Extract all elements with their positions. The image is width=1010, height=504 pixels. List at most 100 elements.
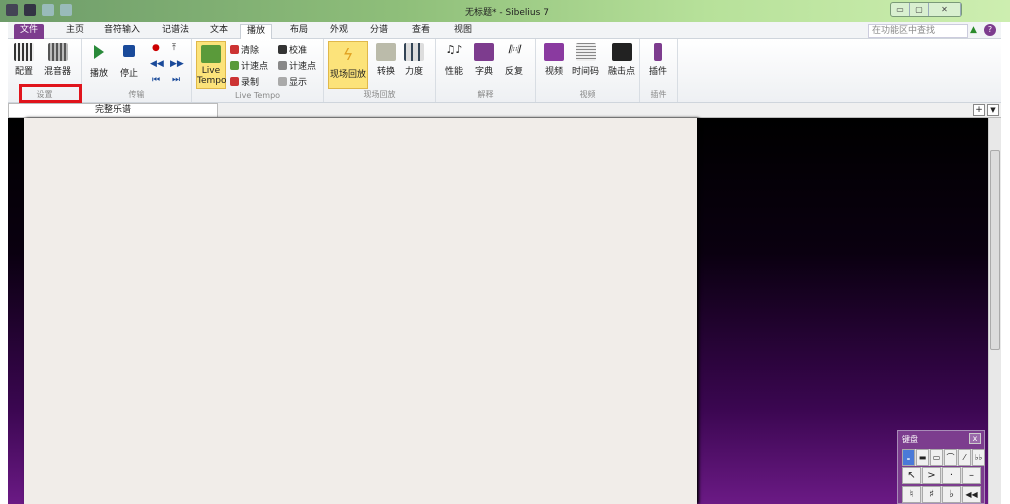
record-live-tempo-icon	[230, 77, 239, 86]
score-canvas[interactable]	[8, 118, 988, 504]
tab-review[interactable]: 查看	[406, 24, 436, 39]
tab-parts[interactable]: 分谱	[364, 24, 394, 39]
video-button[interactable]: 视频	[544, 43, 564, 77]
keypad-tab[interactable]: ⌒	[944, 449, 957, 466]
undo-icon[interactable]	[42, 4, 54, 16]
hit-points-button[interactable]: 融击点	[608, 43, 635, 77]
plugins-button[interactable]: 插件	[649, 43, 667, 77]
group-label: 现场回放	[363, 90, 396, 99]
keypad-tab[interactable]: ⁄	[958, 449, 971, 466]
keypad-close-button[interactable]: x	[969, 433, 981, 444]
go-to-end-icon[interactable]: ⏭	[172, 75, 180, 85]
maximize-button[interactable]: ▢	[910, 3, 929, 16]
help-icon[interactable]: ?	[984, 24, 996, 36]
group-video: 视频 时间码 融击点 视频	[536, 39, 640, 102]
document-tabs: 完整乐谱 + ▼	[8, 103, 1001, 118]
notes-icon: ♫♪	[445, 43, 463, 56]
record-icon[interactable]: ●	[152, 43, 160, 53]
add-tab-icon[interactable]: +	[973, 104, 985, 116]
sibelius-logo-icon	[6, 4, 18, 16]
calibrate-icon	[278, 45, 287, 54]
clear-button[interactable]: 清除	[230, 43, 259, 56]
keyboard-icon	[14, 43, 34, 61]
transform-icon	[376, 43, 396, 61]
window-title: 无标题* - Sibelius 7	[465, 8, 549, 18]
show-button[interactable]: 显示	[278, 75, 307, 88]
repeat-icon: 𝄆𝄇	[508, 43, 520, 56]
tab-file[interactable]: 文件	[14, 24, 45, 39]
group-label: 插件	[650, 90, 667, 99]
go-to-start-icon[interactable]: ⏮	[152, 75, 160, 85]
keypad-row: ↖ > · –	[902, 467, 981, 484]
group-label: 解释	[477, 90, 494, 99]
tab-notations[interactable]: 记谱法	[156, 24, 195, 39]
live-tempo-icon	[201, 45, 221, 63]
keypad-key[interactable]: ◀◀	[962, 486, 981, 503]
save-icon[interactable]	[24, 4, 36, 16]
fast-forward-icon[interactable]: ▶▶	[170, 59, 184, 69]
keypad-tab[interactable]: ♭♭	[972, 449, 985, 466]
tab-view[interactable]: 视图	[448, 24, 478, 39]
stop-button[interactable]: 停止	[120, 45, 138, 79]
keypad-key[interactable]: ♮	[902, 486, 921, 503]
calibrate-button[interactable]: 校准	[278, 43, 307, 56]
tab-home[interactable]: 主页	[60, 24, 90, 39]
tap-points-icon	[278, 61, 287, 70]
keypad-key[interactable]: >	[922, 467, 941, 484]
keypad-key[interactable]: ♯	[922, 486, 941, 503]
keypad-tab[interactable]: 𝅝	[902, 449, 915, 466]
minimize-button[interactable]: ▭	[891, 3, 910, 16]
record-live-tempo-button[interactable]: 录制	[230, 75, 259, 88]
tap-points-2-button[interactable]: 计速点	[278, 59, 316, 72]
tap-points-button[interactable]: 计速点	[230, 59, 268, 72]
configuration-button[interactable]: 配置	[14, 43, 34, 77]
repeats-button[interactable]: 𝄆𝄇 反复	[504, 43, 524, 77]
play-button[interactable]: 播放	[90, 45, 108, 79]
timecode-button[interactable]: 时间码	[572, 43, 599, 77]
velocities-icon	[404, 43, 424, 61]
velocities-button[interactable]: 力度	[404, 43, 424, 77]
group-interpretation: ♫♪ 性能 字典 𝄆𝄇 反复 解释	[436, 39, 536, 102]
vertical-scrollbar[interactable]	[988, 118, 1001, 504]
title-bar: 无标题* - Sibelius 7 ▭ ▢ ✕	[0, 0, 1010, 22]
scrollbar-thumb[interactable]	[990, 150, 1000, 350]
ribbon-search-input[interactable]: 在功能区中查找	[868, 24, 968, 38]
keypad-key[interactable]: ↖	[902, 467, 921, 484]
redo-icon[interactable]	[60, 4, 72, 16]
keypad-key[interactable]: –	[962, 467, 981, 484]
book-icon	[474, 43, 494, 61]
performance-button[interactable]: ♫♪ 性能	[444, 43, 464, 77]
film-icon	[544, 43, 564, 61]
score-page[interactable]	[24, 118, 697, 504]
tab-layout[interactable]: 布局	[284, 24, 314, 39]
clapperboard-icon	[611, 43, 632, 61]
tab-menu-icon[interactable]: ▼	[987, 104, 999, 116]
keypad-key[interactable]: ♭	[942, 486, 961, 503]
plug-icon	[654, 43, 662, 61]
live-playback-button[interactable]: ϟ 现场回放	[328, 41, 368, 89]
tab-full-score[interactable]: 完整乐谱	[8, 103, 218, 118]
group-plugins: 插件 插件	[640, 39, 678, 102]
tab-play[interactable]: 播放	[240, 24, 273, 39]
tab-note-input[interactable]: 音符输入	[98, 24, 146, 39]
group-label: 传输	[128, 90, 145, 99]
show-icon	[278, 77, 287, 86]
play-icon	[94, 45, 104, 59]
tab-appearance[interactable]: 外观	[324, 24, 354, 39]
keypad-title: 键盘	[902, 435, 918, 444]
dictionary-button[interactable]: 字典	[474, 43, 494, 77]
live-tempo-button[interactable]: Live Tempo	[196, 41, 227, 89]
close-button[interactable]: ✕	[929, 3, 961, 16]
clear-icon	[230, 45, 239, 54]
rewind-icon[interactable]: ◀◀	[150, 59, 164, 69]
mixer-button[interactable]: 混音器	[44, 43, 71, 77]
keypad-key[interactable]: ·	[942, 467, 961, 484]
tab-text[interactable]: 文本	[204, 24, 234, 39]
lightning-icon: ϟ	[342, 45, 354, 64]
transform-button[interactable]: 转换	[376, 43, 396, 77]
keypad-tab[interactable]: ▬	[916, 449, 929, 466]
keypad-layout-row: 𝅝 ▬ ▭ ⌒ ⁄ ♭♭	[902, 449, 985, 466]
move-playback-line-icon[interactable]: ⤒	[172, 43, 176, 53]
keypad-tab[interactable]: ▭	[930, 449, 943, 466]
collapse-ribbon-icon[interactable]: ▲	[970, 25, 977, 35]
